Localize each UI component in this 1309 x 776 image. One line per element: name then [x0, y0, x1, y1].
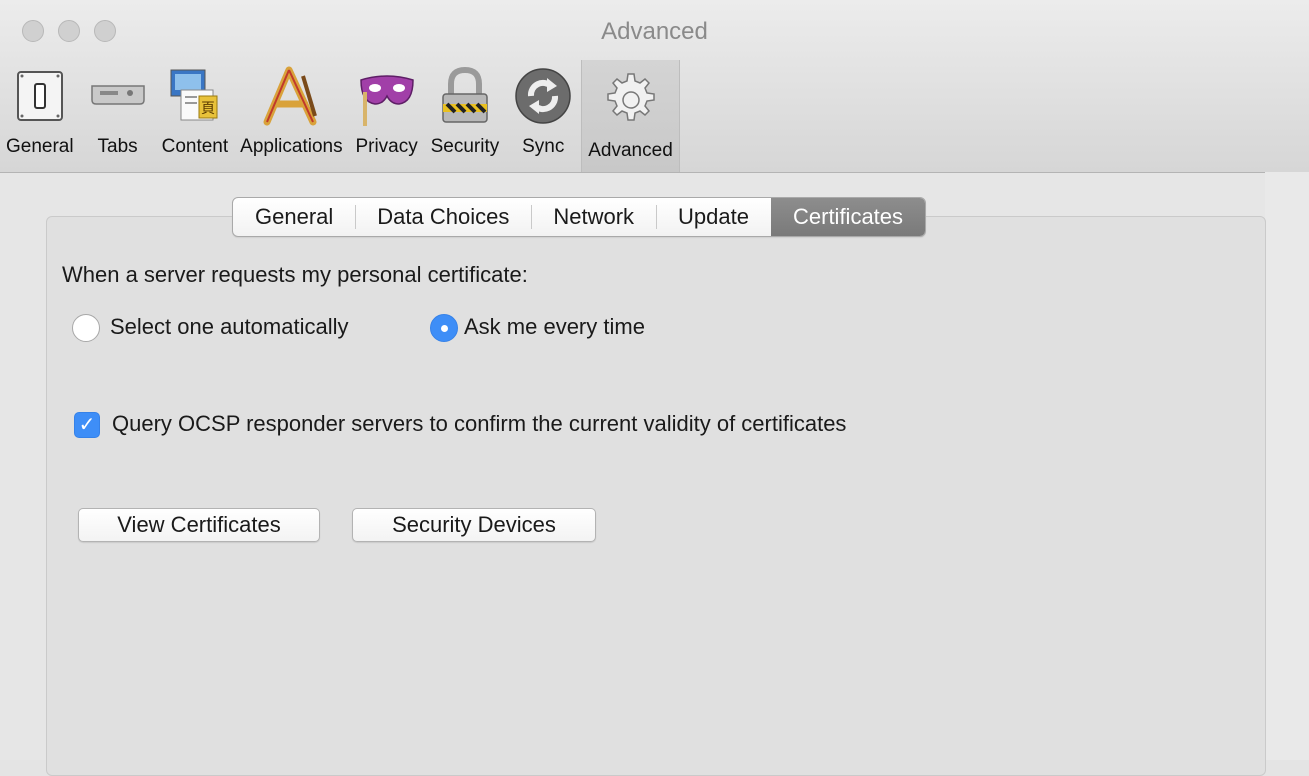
toolbar-tabs[interactable]: Tabs — [80, 60, 156, 168]
toolbar-advanced-label: Advanced — [588, 140, 673, 161]
sync-icon — [515, 68, 571, 124]
toolbar-advanced[interactable]: Advanced — [581, 60, 680, 172]
certificates-panel — [46, 216, 1266, 776]
preferences-window: Advanced General Tabs 頁 Content Applicat… — [0, 0, 1309, 776]
view-certificates-button[interactable]: View Certificates — [78, 508, 320, 542]
toolbar-general[interactable]: General — [0, 60, 80, 168]
toolbar-sync-label: Sync — [522, 136, 565, 157]
gear-icon — [606, 73, 655, 121]
radio-ask-every-time-label[interactable]: Ask me every time — [464, 314, 645, 340]
tab-data-choices[interactable]: Data Choices — [355, 198, 531, 236]
toolbar-privacy-label: Privacy — [355, 136, 418, 157]
toolbar-applications[interactable]: Applications — [234, 60, 348, 168]
svg-text:頁: 頁 — [201, 101, 215, 117]
toolbar-privacy[interactable]: Privacy — [349, 60, 425, 168]
toolbar-security-label: Security — [430, 136, 500, 157]
toolbar-applications-label: Applications — [240, 136, 343, 157]
toolbar-tabs-label: Tabs — [97, 136, 138, 157]
tab-certificates[interactable]: Certificates — [771, 198, 926, 236]
padlock-icon — [442, 66, 488, 123]
toolbar-general-label: General — [6, 136, 74, 157]
toolbar-content[interactable]: 頁 Content — [156, 60, 235, 168]
ocsp-checkbox[interactable]: ✓ — [74, 412, 100, 438]
switch-icon — [16, 71, 63, 121]
tab-general[interactable]: General — [233, 198, 355, 236]
window-toolbar: Advanced General Tabs 頁 Content Applicat… — [0, 0, 1309, 173]
preferences-toolbar: General Tabs 頁 Content Applications Priv… — [0, 60, 680, 172]
advanced-tab-bar: General Data Choices Network Update Cert… — [232, 197, 927, 237]
radio-ask-every-time[interactable] — [430, 314, 458, 342]
window-right-edge — [1265, 172, 1309, 760]
tabs-icon — [90, 85, 145, 105]
ocsp-checkbox-label[interactable]: Query OCSP responder servers to confirm … — [112, 411, 846, 437]
checkmark-icon: ✓ — [78, 414, 96, 436]
applications-icon — [263, 66, 318, 126]
window-title: Advanced — [601, 18, 708, 45]
toolbar-sync[interactable]: Sync — [505, 60, 581, 168]
radio-select-automatically[interactable] — [72, 314, 100, 342]
certificate-request-label: When a server requests my personal certi… — [62, 262, 528, 287]
tab-network[interactable]: Network — [531, 198, 656, 236]
mask-icon — [359, 75, 414, 126]
content-icon: 頁 — [170, 69, 218, 121]
toolbar-content-label: Content — [161, 136, 229, 157]
security-devices-button[interactable]: Security Devices — [352, 508, 596, 542]
toolbar-security[interactable]: Security — [425, 60, 506, 168]
tab-update[interactable]: Update — [656, 198, 771, 236]
radio-select-automatically-label[interactable]: Select one automatically — [110, 314, 348, 340]
